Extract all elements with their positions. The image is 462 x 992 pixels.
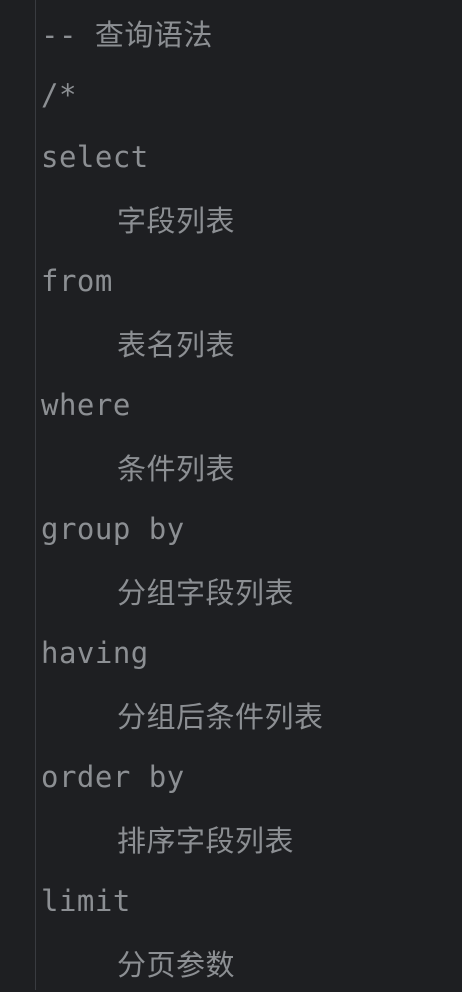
line-text: from bbox=[41, 264, 113, 298]
line-text: 分组后条件列表 bbox=[117, 700, 324, 734]
line-text: 条件列表 bbox=[117, 452, 236, 486]
code-lines[interactable]: -- 查询语法 /* select 字段列表 from 表名列表 where 条… bbox=[41, 0, 462, 992]
line-text: 表名列表 bbox=[117, 328, 236, 362]
code-line-where[interactable]: where bbox=[41, 372, 462, 434]
line-text: where bbox=[41, 388, 131, 422]
line-text: 排序字段列表 bbox=[117, 824, 295, 858]
code-line-limit[interactable]: limit bbox=[41, 868, 462, 930]
code-line-order-fields[interactable]: 排序字段列表 bbox=[41, 806, 462, 868]
line-text: 字段列表 bbox=[117, 204, 236, 238]
code-line-having[interactable]: having bbox=[41, 620, 462, 682]
code-line-page-params[interactable]: 分页参数 bbox=[41, 930, 462, 992]
code-line-select-fields[interactable]: 字段列表 bbox=[41, 186, 462, 248]
line-text: 分组字段列表 bbox=[117, 576, 295, 610]
code-line-select[interactable]: select bbox=[41, 124, 462, 186]
line-text: having bbox=[41, 636, 149, 670]
code-line-block-comment-start[interactable]: /* bbox=[41, 62, 462, 124]
code-line-conditions[interactable]: 条件列表 bbox=[41, 434, 462, 496]
line-text: limit bbox=[41, 884, 131, 918]
indent-guide bbox=[35, 0, 36, 990]
code-line-table-names[interactable]: 表名列表 bbox=[41, 310, 462, 372]
code-editor[interactable]: -- 查询语法 /* select 字段列表 from 表名列表 where 条… bbox=[0, 0, 462, 990]
line-text: 分页参数 bbox=[117, 948, 236, 982]
line-text: /* bbox=[41, 78, 77, 112]
line-text: -- 查询语法 bbox=[41, 18, 213, 52]
line-text: order by bbox=[41, 760, 185, 794]
code-line-having-conditions[interactable]: 分组后条件列表 bbox=[41, 682, 462, 744]
code-line-from[interactable]: from bbox=[41, 248, 462, 310]
line-text: group by bbox=[41, 512, 185, 546]
code-line-group-fields[interactable]: 分组字段列表 bbox=[41, 558, 462, 620]
code-line-group-by[interactable]: group by bbox=[41, 496, 462, 558]
code-line-comment-header[interactable]: -- 查询语法 bbox=[41, 0, 462, 62]
line-text: select bbox=[41, 140, 149, 174]
code-line-order-by[interactable]: order by bbox=[41, 744, 462, 806]
